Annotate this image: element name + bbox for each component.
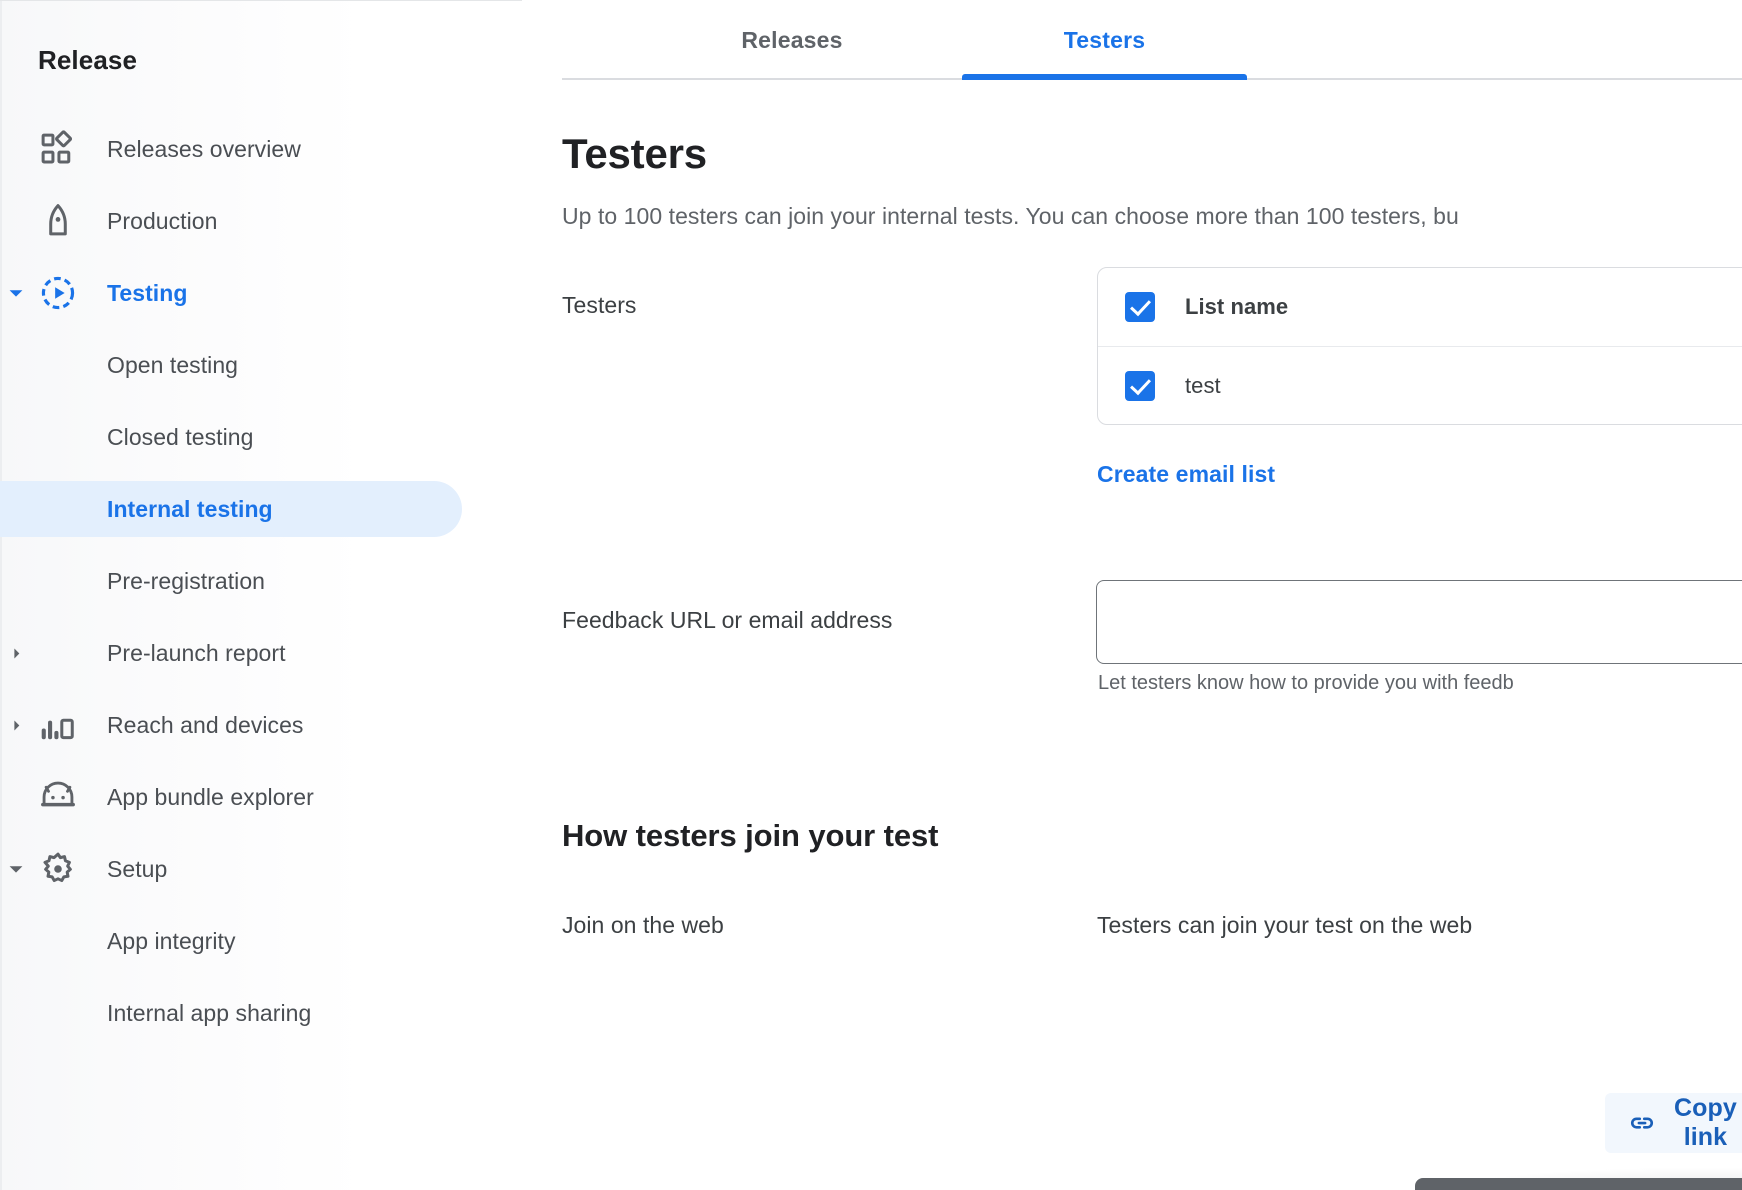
tab-bar: Releases Testers bbox=[562, 0, 1742, 80]
sidebar-item-setup[interactable]: Setup bbox=[0, 841, 462, 897]
how-testers-join-section-title: How testers join your test bbox=[562, 818, 938, 854]
main-content-area: Releases Testers Testers Up to 100 tester… bbox=[522, 0, 1742, 1190]
sidebar-item-label: Open testing bbox=[107, 352, 238, 379]
sidebar-item-releases-overview[interactable]: Releases overview bbox=[0, 121, 462, 177]
tester-email-list-panel: List name test bbox=[1097, 267, 1742, 425]
sidebar-item-testing[interactable]: Testing bbox=[0, 265, 462, 321]
link-icon bbox=[1627, 1108, 1657, 1138]
tester-list-row-label: List name bbox=[1185, 294, 1288, 320]
testing-play-icon bbox=[36, 274, 80, 312]
active-tab-indicator bbox=[962, 74, 1247, 80]
sidebar-item-label: Setup bbox=[107, 856, 167, 883]
checkbox-checked-icon[interactable] bbox=[1125, 371, 1155, 401]
sidebar-item-pre-launch-report[interactable]: Pre-launch report bbox=[0, 625, 462, 681]
chevron-right-icon[interactable] bbox=[0, 645, 32, 662]
tester-list-row[interactable]: List name bbox=[1098, 268, 1742, 346]
sidebar-item-internal-testing[interactable]: Internal testing bbox=[0, 481, 462, 537]
tester-list-row-label: test bbox=[1185, 373, 1221, 399]
page-description: Up to 100 testers can join your internal… bbox=[562, 203, 1459, 230]
sidebar-item-label: Internal testing bbox=[107, 496, 273, 523]
sidebar-item-label: Pre-launch report bbox=[107, 640, 286, 667]
sidebar-item-label: App integrity bbox=[107, 928, 236, 955]
rocket-icon bbox=[36, 202, 80, 240]
join-on-the-web-label: Join on the web bbox=[562, 912, 724, 939]
create-email-list-link[interactable]: Create email list bbox=[1097, 461, 1275, 488]
feedback-url-field-label: Feedback URL or email address bbox=[562, 607, 892, 634]
sidebar-item-label: Closed testing bbox=[107, 424, 253, 451]
play-console-internal-testing-screen: Release Releases overview Production Tes… bbox=[0, 0, 1742, 1190]
page-title: Testers bbox=[562, 130, 707, 178]
checkbox-checked-icon[interactable] bbox=[1125, 292, 1155, 322]
sidebar-item-label: Reach and devices bbox=[107, 712, 303, 739]
join-on-the-web-value: Testers can join your test on the web bbox=[1097, 912, 1472, 939]
sidebar-item-app-integrity[interactable]: App integrity bbox=[0, 913, 462, 969]
sidebar-item-production[interactable]: Production bbox=[0, 193, 462, 249]
feedback-url-help-text: Let testers know how to provide you with… bbox=[1098, 672, 1514, 695]
tab-releases[interactable]: Releases bbox=[662, 0, 922, 80]
testers-field-label: Testers bbox=[562, 292, 636, 319]
sidebar-item-label: Testing bbox=[107, 280, 187, 307]
android-icon bbox=[36, 778, 80, 816]
sidebar-section-title: Release bbox=[38, 45, 137, 76]
sidebar-item-label: Internal app sharing bbox=[107, 1000, 311, 1027]
sidebar-item-pre-registration[interactable]: Pre-registration bbox=[0, 553, 462, 609]
sidebar-item-internal-app-sharing[interactable]: Internal app sharing bbox=[0, 985, 462, 1041]
chevron-down-icon[interactable] bbox=[0, 282, 32, 304]
left-navigation-sidebar: Release Releases overview Production Tes… bbox=[0, 0, 522, 1190]
chevron-right-icon[interactable] bbox=[0, 717, 32, 734]
releases-overview-icon bbox=[36, 130, 80, 168]
sidebar-item-closed-testing[interactable]: Closed testing bbox=[0, 409, 462, 465]
tab-testers[interactable]: Testers bbox=[962, 0, 1247, 80]
sidebar-item-label: Pre-registration bbox=[107, 568, 265, 595]
sidebar-item-reach-and-devices[interactable]: Reach and devices bbox=[0, 697, 462, 753]
sidebar-item-app-bundle-explorer[interactable]: App bundle explorer bbox=[0, 769, 462, 825]
feedback-url-input[interactable] bbox=[1096, 580, 1742, 664]
reach-devices-icon bbox=[36, 706, 80, 744]
copy-link-button[interactable]: Copy link bbox=[1605, 1093, 1742, 1153]
copy-link-button-label: Copy link bbox=[1674, 1094, 1737, 1152]
sidebar-item-open-testing[interactable]: Open testing bbox=[0, 337, 462, 393]
sidebar-item-label: Releases overview bbox=[107, 136, 301, 163]
sidebar-item-label: Production bbox=[107, 208, 217, 235]
tester-list-row[interactable]: test bbox=[1098, 346, 1742, 424]
chevron-down-icon[interactable] bbox=[0, 858, 32, 880]
sidebar-item-label: App bundle explorer bbox=[107, 784, 314, 811]
gear-icon bbox=[36, 850, 80, 888]
snackbar-toast bbox=[1415, 1178, 1742, 1190]
